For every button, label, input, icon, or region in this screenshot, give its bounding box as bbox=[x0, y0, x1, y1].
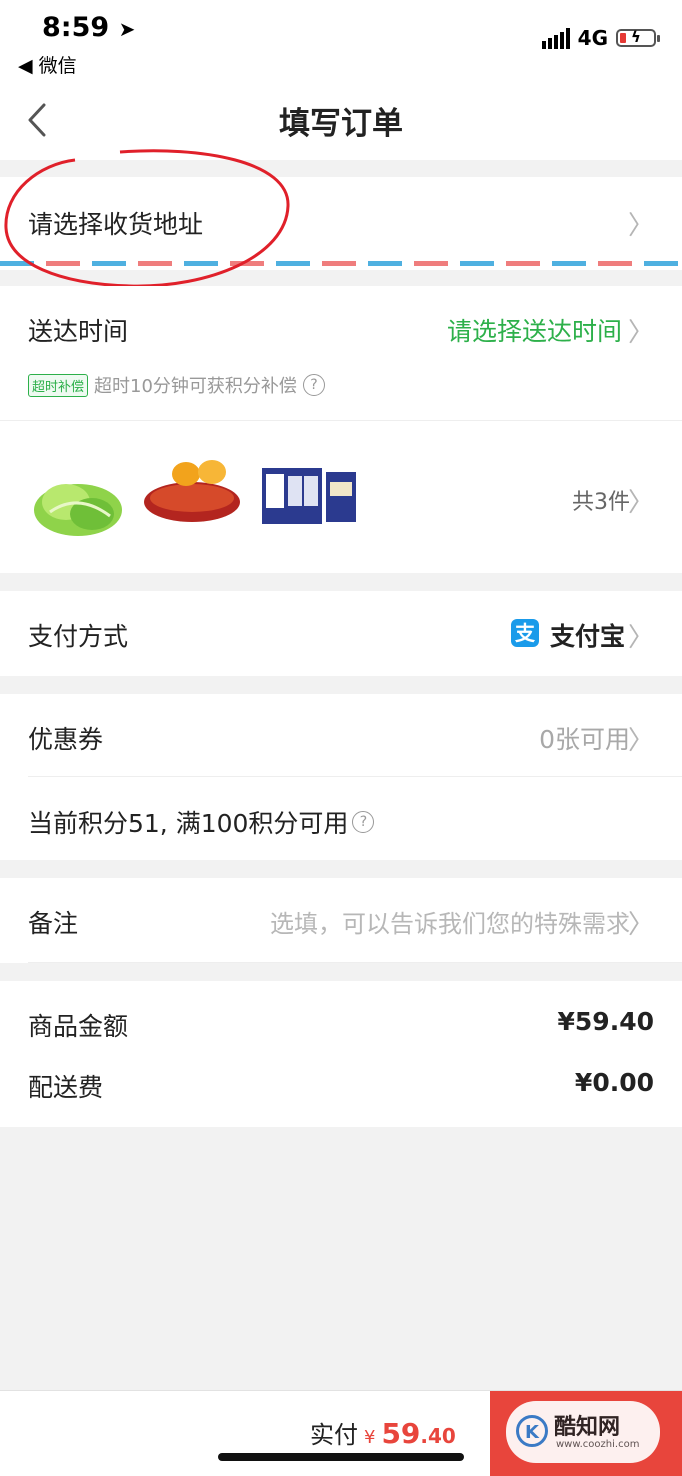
product-milk-box-icon[interactable] bbox=[260, 462, 360, 528]
help-icon[interactable]: ? bbox=[302, 374, 325, 396]
goods-amount-label: 商品金额 bbox=[28, 1012, 129, 1041]
battery-icon: ϟ bbox=[616, 28, 660, 47]
coupon-row[interactable]: 优惠券 0张可用 〉 bbox=[0, 694, 682, 776]
currency-symbol: ¥ bbox=[364, 1427, 376, 1448]
help-icon[interactable]: ? bbox=[352, 811, 375, 833]
divider bbox=[0, 420, 682, 421]
bottom-bar: 实付 ¥ 59 .40 K 酷知网 www.coozhi.com bbox=[0, 1390, 682, 1476]
divider bbox=[28, 962, 682, 963]
discount-card: 优惠券 0张可用 〉 当前积分51, 满100积分可用 ? bbox=[0, 694, 682, 860]
remark-row[interactable]: 备注 选填，可以告诉我们您的特殊需求 〉 bbox=[0, 878, 682, 963]
compensation-badge: 超时补偿 bbox=[28, 373, 89, 397]
coupon-label: 优惠券 bbox=[28, 725, 104, 754]
payment-method-row[interactable]: 支付方式 支 支付宝 〉 bbox=[0, 591, 682, 676]
network-label: 4G bbox=[577, 26, 608, 50]
compensation-note: 超时10分钟可获积分补偿 bbox=[94, 376, 297, 397]
status-indicators: 4G ϟ bbox=[541, 26, 660, 50]
location-arrow-icon: ➤ bbox=[118, 17, 136, 41]
price-summary: 商品金额 ¥59.40 配送费 ¥0.00 bbox=[0, 981, 682, 1127]
total-payment: 实付 ¥ 59 .40 bbox=[310, 1415, 456, 1450]
shipping-fee-label: 配送费 bbox=[28, 1073, 104, 1102]
back-to-wechat-link[interactable]: ◀ 微信 bbox=[18, 51, 77, 78]
amount-decimal: .40 bbox=[420, 1424, 456, 1448]
delivery-note-row: 超时补偿 超时10分钟可获积分补偿 ? bbox=[28, 372, 325, 398]
product-lettuce-icon[interactable] bbox=[30, 472, 126, 540]
watermark-logo-icon: K bbox=[516, 1415, 548, 1447]
paid-label: 实付 bbox=[310, 1421, 358, 1449]
points-text: 当前积分51, 满100积分可用 bbox=[28, 809, 349, 838]
home-indicator bbox=[218, 1453, 464, 1461]
amount-integer: 59 bbox=[381, 1417, 421, 1450]
remark-label: 备注 bbox=[28, 909, 79, 938]
payment-method-label: 支付方式 bbox=[28, 622, 129, 651]
chevron-right-icon: 〉 bbox=[627, 623, 654, 653]
select-delivery-time-link[interactable]: 请选择送达时间 bbox=[447, 312, 622, 348]
chevron-right-icon: 〉 bbox=[627, 488, 654, 518]
product-sweet-potato-icon[interactable] bbox=[142, 456, 242, 528]
delivery-products-card: 送达时间 请选择送达时间 〉 超时补偿 超时10分钟可获积分补偿 ? 共3件 〉 bbox=[0, 286, 682, 573]
status-time: 8:59 ➤ bbox=[42, 12, 136, 43]
product-count[interactable]: 共3件 bbox=[572, 484, 630, 516]
watermark-badge: K 酷知网 www.coozhi.com bbox=[506, 1401, 660, 1463]
watermark-url: www.coozhi.com bbox=[556, 1439, 640, 1450]
shipping-fee-value: ¥0.00 bbox=[574, 1068, 654, 1097]
alipay-icon: 支 bbox=[511, 619, 539, 647]
goods-amount-value: ¥59.40 bbox=[557, 1007, 654, 1036]
submit-order-button[interactable]: K 酷知网 www.coozhi.com bbox=[490, 1391, 682, 1476]
divider bbox=[28, 776, 682, 777]
payment-method-value: 支付宝 bbox=[550, 622, 626, 651]
coupon-value: 0张可用 bbox=[539, 725, 630, 754]
delivery-time-label: 送达时间 bbox=[28, 317, 129, 346]
chevron-right-icon: 〉 bbox=[627, 211, 654, 241]
points-row: 当前积分51, 满100积分可用 ? bbox=[28, 804, 375, 840]
page-title: 填写订单 bbox=[279, 106, 403, 142]
annotation-circle bbox=[4, 149, 290, 288]
remark-input[interactable]: 选填，可以告诉我们您的特殊需求 bbox=[270, 904, 630, 939]
watermark-name: 酷知网 bbox=[554, 1415, 621, 1440]
chevron-right-icon: 〉 bbox=[627, 318, 654, 348]
chevron-right-icon: 〉 bbox=[627, 726, 654, 756]
chevron-right-icon: 〉 bbox=[627, 910, 654, 940]
signal-icon bbox=[541, 27, 570, 49]
